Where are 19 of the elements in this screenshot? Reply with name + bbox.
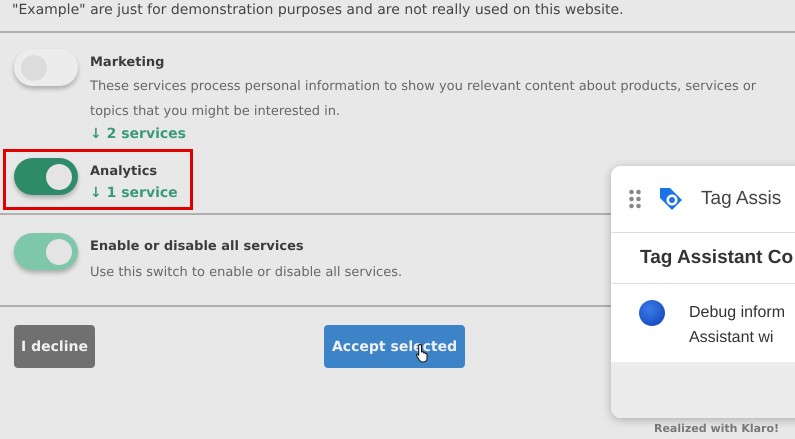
decline-button[interactable]: I decline [14,325,95,368]
footer-credit[interactable]: Realized with Klaro! [654,422,780,435]
purpose-title: Analytics [90,164,158,179]
purpose-description: These services process personal information to show you relevant content about products, services or topics that you might be interested in. [90,78,758,121]
purpose-title: Marketing [90,55,166,70]
tag-icon [657,185,685,213]
status-icon [639,300,665,326]
toggle-all-description: Use this switch to enable or disable all services. [90,264,404,282]
toggle-switch[interactable] [14,158,78,195]
intro-text: "Example" are just for demonstration purposes and are not really used on this website. [11,1,625,20]
toggle-switch[interactable] [14,233,78,270]
services-link[interactable]: ↓ 1 service [90,185,178,201]
panel-title: Tag Assis [701,188,782,210]
toggle-switch[interactable] [14,49,78,86]
services-link[interactable]: ↓ 2 services [90,126,780,142]
panel-heading: Tag Assistant Co [640,247,794,269]
debug-message: Debug inform Assistant wi [689,303,786,348]
drag-handle-icon[interactable] [629,189,641,209]
toggle-all-title: Enable or disable all services [90,239,305,254]
